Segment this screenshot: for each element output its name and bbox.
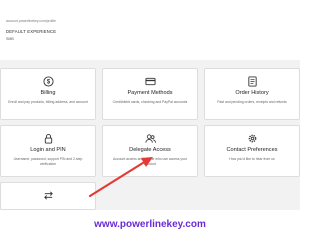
card-description: Past and pending orders, receipts and re… <box>217 100 287 104</box>
card-description: Account access and people who use access… <box>112 157 188 166</box>
transfer-icon <box>42 189 54 201</box>
card-title: Contact Preferences <box>226 147 278 153</box>
card-title: Delegate Access <box>129 147 171 153</box>
card-description: Enroll and pay products, billing address… <box>8 100 88 104</box>
card-description: How you'd like to hear from us <box>229 157 275 161</box>
gear-icon <box>246 132 258 144</box>
card-login-and-pin[interactable]: Login and PIN Username, password, suppor… <box>0 125 96 177</box>
watermark-footer: www.powerlinekey.com <box>0 212 300 240</box>
url-text[interactable]: account.powerlinekey.com/profile <box>6 19 56 23</box>
account-name: DEFAULT EXPERIENCE <box>6 29 57 34</box>
card-contact-preferences[interactable]: Contact Preferences How you'd like to he… <box>204 125 300 177</box>
svg-text:$: $ <box>46 79 50 85</box>
order-history-icon <box>246 75 258 87</box>
site-url-text: www.powerlinekey.com <box>94 219 206 230</box>
card-delegate-access[interactable]: Delegate Access Account access and peopl… <box>102 125 198 177</box>
account-subtitle: SMB <box>6 37 14 41</box>
card-payment-methods[interactable]: Payment Methods Credit/debit cards, chec… <box>102 68 198 120</box>
lock-icon <box>42 132 54 144</box>
card-description: Username, password, support PIN and 2-st… <box>13 157 83 166</box>
credit-card-icon <box>144 75 156 87</box>
dollar-icon: $ <box>42 75 54 87</box>
card-order-history[interactable]: Order History Past and pending orders, r… <box>204 68 300 120</box>
card-title: Order History <box>235 90 269 96</box>
card-description: Credit/debit cards, checking and PayPal … <box>112 100 188 104</box>
people-icon <box>144 132 156 144</box>
card-title: Payment Methods <box>127 90 173 96</box>
card-billing[interactable]: $ Billing Enroll and pay products, billi… <box>0 68 96 120</box>
browser-header: account.powerlinekey.com/profile DEFAULT… <box>0 0 300 60</box>
card-title: Login and PIN <box>30 147 66 153</box>
card-title: Billing <box>40 90 56 96</box>
card-transfer[interactable] <box>0 182 96 210</box>
